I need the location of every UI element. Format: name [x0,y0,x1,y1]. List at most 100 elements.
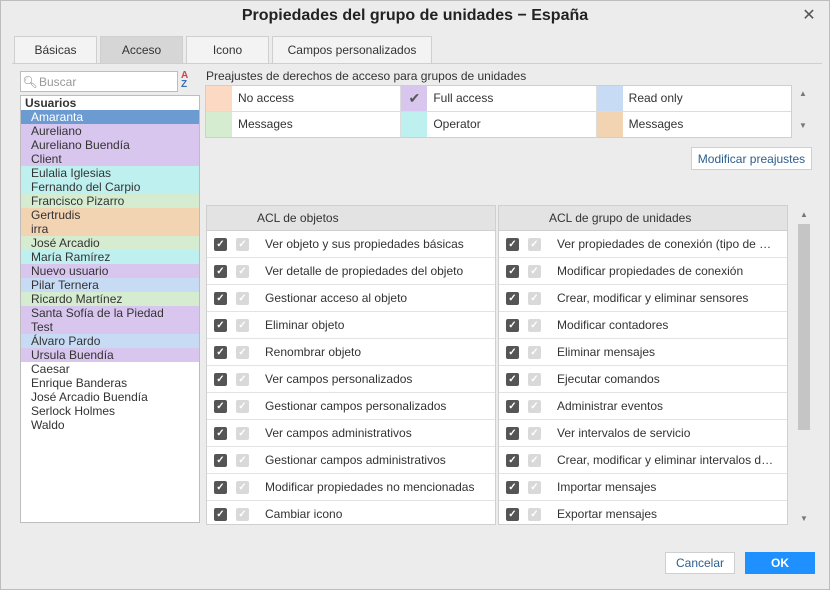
scroll-down-icon[interactable]: ▼ [797,514,811,523]
inherited-checkbox[interactable]: ✓ [528,345,541,359]
inherited-checkbox[interactable]: ✓ [236,345,249,359]
checkbox[interactable]: ✓ [214,264,227,278]
checkbox[interactable]: ✓ [506,399,519,413]
cancel-button[interactable]: Cancelar [665,552,735,574]
checkbox[interactable]: ✓ [214,318,227,332]
checkbox[interactable]: ✓ [506,237,519,251]
inherited-checkbox[interactable]: ✓ [528,291,541,305]
check-icon: ✔ [408,90,421,106]
modify-presets-button[interactable]: Modificar preajustes [691,147,812,170]
preset-item[interactable]: Operator [401,112,597,138]
user-list-item[interactable]: Client [21,152,199,166]
inherited-checkbox[interactable]: ✓ [236,237,249,251]
user-list-item[interactable]: Pilar Ternera [21,278,199,292]
preset-item[interactable]: No access [206,86,402,111]
ok-button[interactable]: OK [745,552,815,574]
checkbox[interactable]: ✓ [506,345,519,359]
close-icon[interactable]: ✕ [801,8,817,24]
tab-icono[interactable]: Icono [186,36,269,64]
preset-item[interactable]: Messages [206,112,402,138]
acl-row: ✓ ✓ Eliminar mensajes [499,339,787,366]
inherited-checkbox[interactable]: ✓ [236,426,249,440]
user-list-item[interactable]: José Arcadio [21,236,199,250]
preset-item[interactable]: ✔ Full access [401,86,597,111]
checkbox[interactable]: ✓ [506,426,519,440]
tab-campos-personalizados[interactable]: Campos personalizados [272,36,432,64]
user-list-item[interactable]: Fernando del Carpio [21,180,199,194]
preset-color-swatch [596,112,623,137]
scrollbar-thumb[interactable] [798,224,810,430]
inherited-checkbox[interactable]: ✓ [528,264,541,278]
user-list-item[interactable]: Nuevo usuario [21,264,199,278]
user-list-item[interactable]: José Arcadio Buendía [21,390,199,404]
checkbox[interactable]: ✓ [214,237,227,251]
user-list-item[interactable]: Aureliano [21,124,199,138]
checkbox[interactable]: ✓ [214,426,227,440]
preset-item[interactable]: Messages [596,112,791,138]
checkbox[interactable]: ✓ [506,372,519,386]
inherited-checkbox[interactable]: ✓ [236,399,249,413]
inherited-checkbox[interactable]: ✓ [236,453,249,467]
user-list-item[interactable]: Ricardo Martínez [21,292,199,306]
preset-color-swatch [206,86,232,111]
checkbox[interactable]: ✓ [506,480,519,494]
inherited-checkbox[interactable]: ✓ [528,426,541,440]
inherited-checkbox[interactable]: ✓ [236,480,249,494]
user-list-item[interactable]: Francisco Pizarro [21,194,199,208]
checkbox[interactable]: ✓ [214,453,227,467]
user-list-item[interactable]: Serlock Holmes [21,404,199,418]
acl-row: ✓ ✓ Ver propiedades de conexión (tipo de … [499,231,787,258]
user-list-item[interactable]: Ursula Buendía [21,348,199,362]
sort-az-icon[interactable]: AZ [181,71,199,92]
inherited-checkbox[interactable]: ✓ [528,372,541,386]
checkbox[interactable]: ✓ [214,480,227,494]
tab-acceso[interactable]: Acceso [100,36,183,64]
checkbox[interactable]: ✓ [506,453,519,467]
presets-scrollbar[interactable]: ▲ ▼ [796,85,810,138]
checkbox[interactable]: ✓ [214,399,227,413]
user-list-item[interactable]: Waldo [21,418,199,432]
user-list-item[interactable]: Caesar [21,362,199,376]
inherited-checkbox[interactable]: ✓ [528,507,541,521]
user-list-item[interactable]: Eulalia Iglesias [21,166,199,180]
tab-basicas[interactable]: Básicas [14,36,97,64]
scroll-up-icon[interactable]: ▲ [797,210,811,219]
user-list-item[interactable]: Gertrudis [21,208,199,222]
search-input[interactable] [39,74,169,89]
inherited-checkbox[interactable]: ✓ [528,318,541,332]
acl-row: ✓ ✓ Gestionar campos administrativos [207,447,495,474]
preset-row: Messages Operator Messages [206,112,791,138]
preset-name: No access [238,91,295,105]
scroll-up-icon[interactable]: ▲ [796,89,810,98]
checkbox[interactable]: ✓ [506,291,519,305]
checkbox[interactable]: ✓ [506,507,519,521]
acl-right-label: Ver campos administrativos [265,426,412,440]
inherited-checkbox[interactable]: ✓ [528,237,541,251]
user-list-item[interactable]: Aureliano Buendía [21,138,199,152]
user-list-item[interactable]: Álvaro Pardo [21,334,199,348]
inherited-checkbox[interactable]: ✓ [236,318,249,332]
acl-row: ✓ ✓ Eliminar objeto [207,312,495,339]
inherited-checkbox[interactable]: ✓ [528,480,541,494]
user-list-item[interactable]: Test [21,320,199,334]
user-list-item[interactable]: María Ramírez [21,250,199,264]
checkbox[interactable]: ✓ [214,291,227,305]
inherited-checkbox[interactable]: ✓ [528,399,541,413]
inherited-checkbox[interactable]: ✓ [236,372,249,386]
inherited-checkbox[interactable]: ✓ [528,453,541,467]
checkbox[interactable]: ✓ [506,318,519,332]
acl-scrollbar[interactable]: ▲ ▼ [797,208,811,525]
checkbox[interactable]: ✓ [214,372,227,386]
user-list-item[interactable]: Santa Sofía de la Piedad [21,306,199,320]
user-list-item[interactable]: Enrique Banderas [21,376,199,390]
inherited-checkbox[interactable]: ✓ [236,291,249,305]
inherited-checkbox[interactable]: ✓ [236,264,249,278]
checkbox[interactable]: ✓ [506,264,519,278]
inherited-checkbox[interactable]: ✓ [236,507,249,521]
preset-item[interactable]: Read only [596,86,791,111]
checkbox[interactable]: ✓ [214,507,227,521]
user-list-item[interactable]: Amaranta [21,110,199,124]
scroll-down-icon[interactable]: ▼ [796,121,810,130]
checkbox[interactable]: ✓ [214,345,227,359]
user-list-item[interactable]: irra [21,222,199,236]
